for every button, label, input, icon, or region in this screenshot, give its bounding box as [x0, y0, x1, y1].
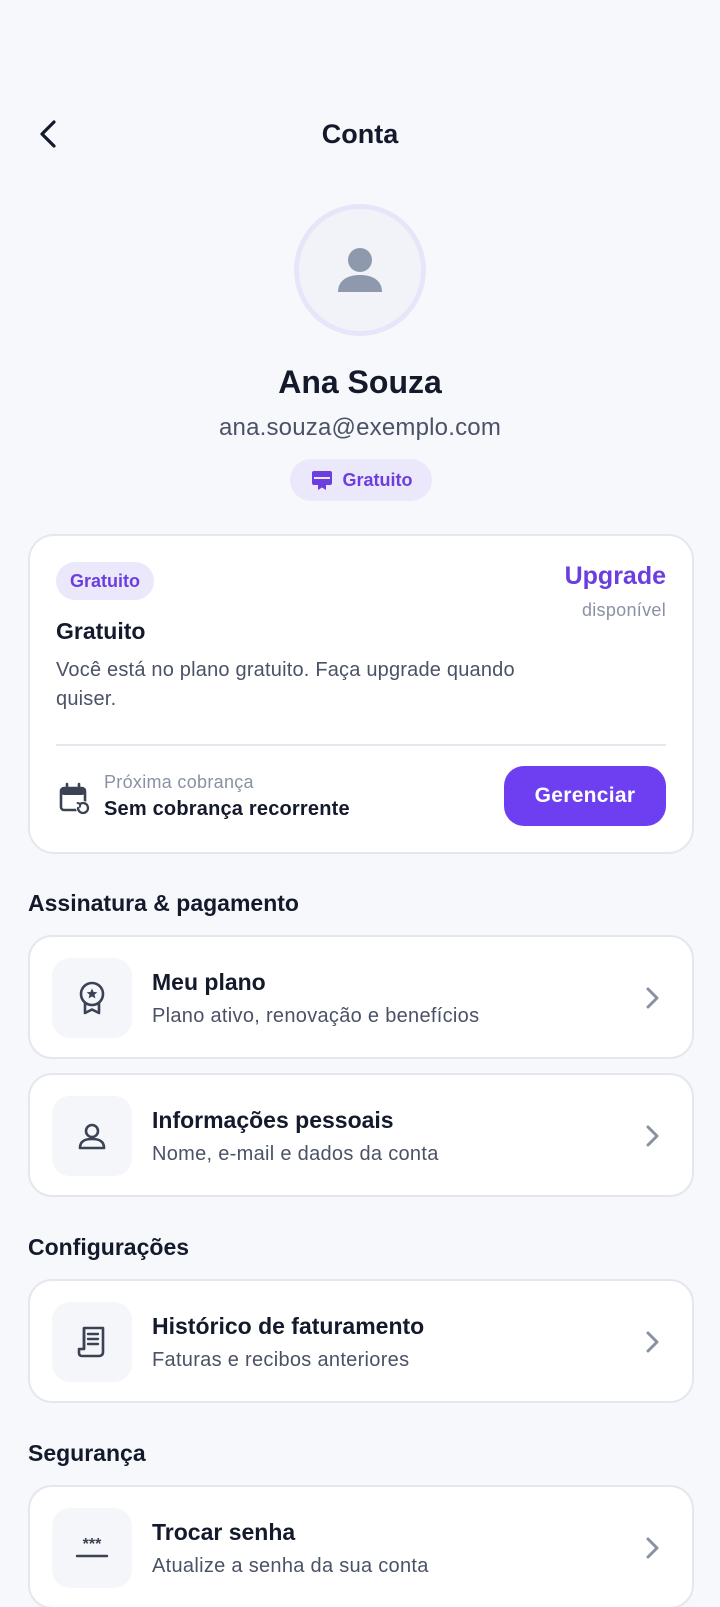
- section-title-subscription: Assinatura & pagamento: [28, 890, 299, 916]
- menu-item-personal-info[interactable]: Informações pessoais Nome, e-mail e dado…: [28, 1073, 694, 1197]
- menu-item-subtitle: Faturas e recibos anteriores: [152, 1349, 410, 1371]
- user-name: Ana Souza: [278, 364, 442, 400]
- menu-item-subtitle: Atualize a senha da sua conta: [152, 1555, 429, 1577]
- menu-item-subtitle: Nome, e-mail e dados da conta: [152, 1143, 439, 1165]
- divider: [56, 744, 666, 746]
- user-email: ana.souza@exemplo.com: [218, 414, 502, 441]
- card-membership-icon: [311, 471, 332, 490]
- menu-item-change-password[interactable]: *** Trocar senha Atualize a senha da sua…: [28, 1485, 694, 1607]
- manage-button[interactable]: Gerenciar: [504, 766, 666, 826]
- chevron-right-icon: [646, 1331, 659, 1353]
- password-icon: ***: [75, 1536, 109, 1558]
- plan-card: Gratuito Upgrade disponível Gratuito Voc…: [28, 534, 694, 854]
- app-header: Conta: [0, 100, 720, 170]
- receipt-icon: [77, 1326, 105, 1358]
- page-title: Conta: [321, 119, 399, 149]
- plan-pill: Gratuito: [290, 459, 432, 501]
- upgrade-subtitle: disponível: [581, 600, 666, 620]
- menu-item-billing-history[interactable]: Histórico de faturamento Faturas e recib…: [28, 1279, 694, 1403]
- menu-icon-box: [52, 958, 132, 1038]
- plan-name: Gratuito: [56, 618, 146, 644]
- menu-icon-box: [52, 1096, 132, 1176]
- menu-item-my-plan[interactable]: Meu plano Plano ativo, renovação e benef…: [28, 935, 694, 1059]
- menu-item-subtitle: Plano ativo, renovação e benefícios: [152, 1005, 480, 1027]
- chevron-right-icon: [646, 987, 659, 1009]
- menu-icon-box: ***: [52, 1508, 132, 1588]
- billing-value: Sem cobrança recorrente: [104, 798, 350, 820]
- plan-description: Você está no plano gratuito. Faça upgrad…: [56, 659, 515, 710]
- chevron-right-icon: [646, 1537, 659, 1559]
- svg-text:***: ***: [83, 1536, 102, 1553]
- menu-item-title: Meu plano: [152, 969, 266, 995]
- award-icon: [79, 981, 105, 1015]
- plan-pill-label: Gratuito: [342, 469, 413, 490]
- avatar[interactable]: [294, 204, 426, 336]
- section-title-settings: Configurações: [28, 1234, 190, 1260]
- chevron-right-icon: [646, 1125, 659, 1147]
- user-icon: [338, 248, 382, 292]
- plan-badge: Gratuito: [56, 562, 154, 600]
- menu-item-title: Histórico de faturamento: [152, 1313, 425, 1339]
- menu-item-title: Trocar senha: [152, 1519, 296, 1545]
- section-title-security: Segurança: [28, 1440, 146, 1466]
- calendar-sync-icon: [59, 782, 90, 815]
- upgrade-link[interactable]: Upgrade: [565, 562, 666, 591]
- billing-label: Próxima cobrança: [104, 772, 254, 792]
- menu-item-title: Informações pessoais: [152, 1107, 394, 1133]
- menu-icon-box: [52, 1302, 132, 1382]
- user-icon: [78, 1123, 106, 1150]
